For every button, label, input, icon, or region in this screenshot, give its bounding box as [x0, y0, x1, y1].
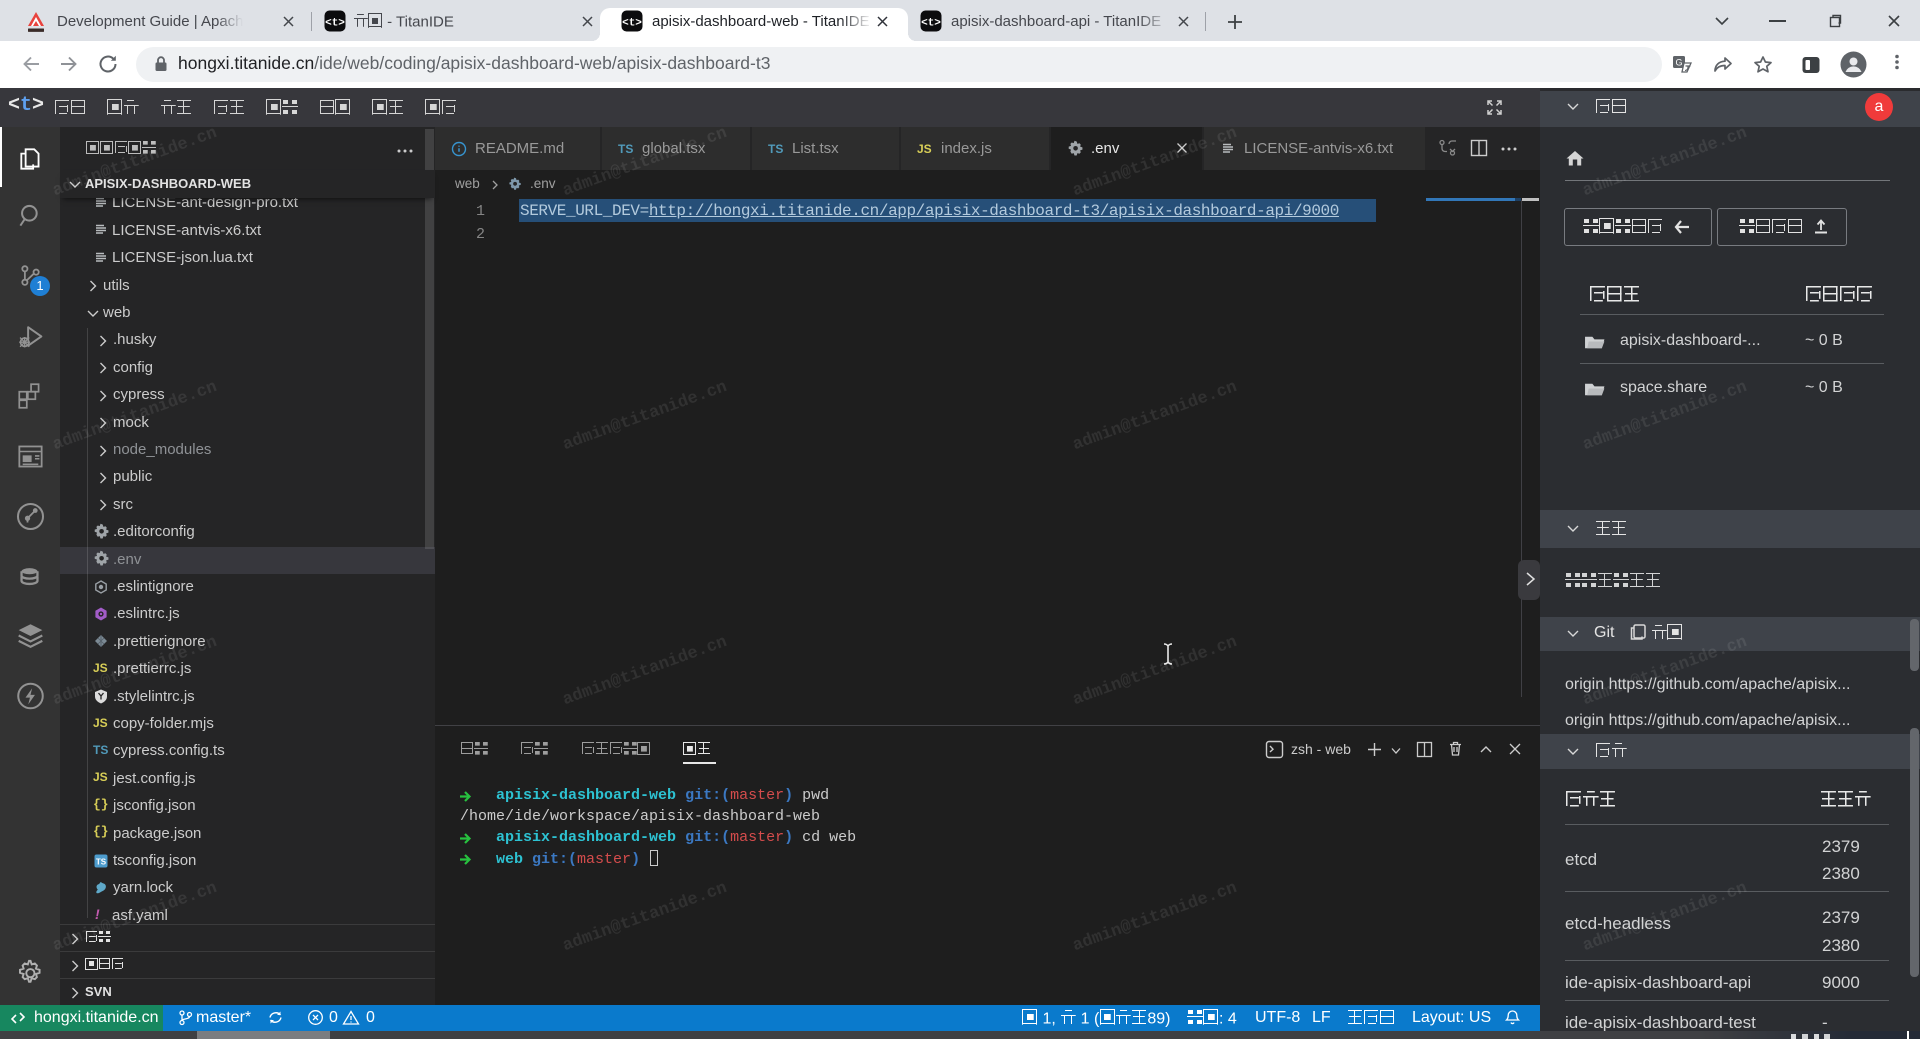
- svg-text:<t>: <t>: [921, 18, 941, 30]
- svg-text:TS: TS: [96, 858, 107, 867]
- svg-text:G: G: [1675, 58, 1682, 68]
- svg-text:<t>: <t>: [325, 18, 345, 30]
- svg-text:<t>: <t>: [622, 18, 642, 30]
